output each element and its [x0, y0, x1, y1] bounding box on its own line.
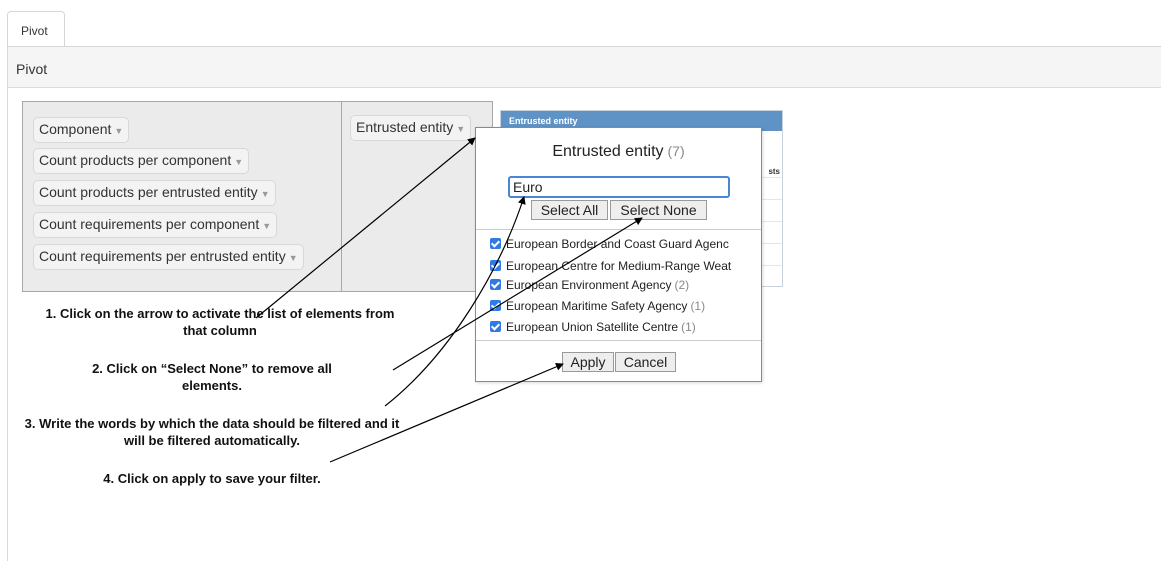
filter-popup: Entrusted entity(7) Select All Select No…: [475, 127, 762, 382]
item-label: European Maritime Safety Agency: [506, 299, 688, 313]
item-label: European Union Satellite Centre: [506, 320, 679, 334]
caret-down-icon[interactable]: ▼: [114, 126, 123, 136]
instruction-3: 3. Write the words by which the data sho…: [24, 416, 400, 448]
field-pill-count-products-per-entrusted-entity[interactable]: Count products per entrusted entity ▼: [33, 180, 276, 206]
field-label: Count requirements per entrusted entity: [39, 248, 286, 264]
item-label: European Border and Coast Guard Agenc: [506, 237, 729, 251]
filter-item[interactable]: European Maritime Safety Agency (1): [490, 299, 705, 315]
field-label: Count products per entrusted entity: [39, 184, 258, 200]
checkbox[interactable]: [490, 238, 501, 249]
filter-item[interactable]: European Union Satellite Centre (1): [490, 320, 696, 336]
item-label: European Centre for Medium-Range Weat: [506, 259, 732, 273]
popup-divider: [476, 229, 761, 230]
select-none-button[interactable]: Select None: [610, 200, 707, 220]
field-pill-component[interactable]: Component ▼: [33, 117, 130, 143]
checkbox[interactable]: [490, 300, 501, 311]
field-label: Count requirements per component: [39, 216, 260, 232]
field-label: Component: [39, 121, 112, 137]
caret-down-icon[interactable]: ▼: [261, 189, 270, 199]
popup-title: Entrusted entity (7): [476, 143, 761, 161]
item-count: (2): [674, 278, 690, 292]
caret-down-icon[interactable]: ▼: [289, 253, 298, 263]
field-label: Entrusted entity: [356, 119, 454, 135]
select-all-button[interactable]: Select All: [531, 200, 608, 220]
instruction-1: 1. Click on the arrow to activate the li…: [45, 306, 395, 338]
tabs-bar: Pivot: [0, 0, 1161, 47]
caret-down-icon[interactable]: ▼: [456, 124, 465, 134]
cancel-button[interactable]: Cancel: [615, 352, 676, 372]
filter-item[interactable]: European Environment Agency (2): [490, 278, 689, 294]
checkbox[interactable]: [490, 260, 501, 271]
popup-title-text: Entrusted entity: [552, 143, 664, 160]
instruction-4: 4. Click on apply to save your filter.: [103, 471, 321, 486]
column-header-fragment: sts: [768, 167, 780, 176]
apply-button[interactable]: Apply: [562, 352, 614, 372]
item-count: (1): [690, 299, 706, 313]
checkbox[interactable]: [490, 321, 501, 332]
filter-search-input[interactable]: [508, 176, 730, 198]
caret-down-icon[interactable]: ▼: [234, 157, 243, 167]
item-count: (1): [681, 320, 696, 334]
instruction-2: 2. Click on “Select None” to remove all …: [92, 361, 332, 393]
popup-count: (7): [667, 143, 685, 159]
field-pill-count-products-per-component[interactable]: Count products per component ▼: [33, 148, 250, 174]
caret-down-icon[interactable]: ▼: [262, 221, 271, 231]
field-pill-entrusted-entity[interactable]: Entrusted entity ▼: [350, 115, 472, 141]
field-pill-count-requirements-per-entrusted-entity[interactable]: Count requirements per entrusted entity ▼: [33, 244, 304, 270]
tab-pivot[interactable]: Pivot: [7, 11, 65, 46]
filter-item[interactable]: European Centre for Medium-Range Weat: [490, 259, 731, 275]
panel-title: Pivot: [8, 47, 1161, 88]
field-label: Count products per component: [39, 152, 232, 168]
field-pill-count-requirements-per-component[interactable]: Count requirements per component ▼: [33, 212, 278, 238]
item-label: European Environment Agency: [506, 278, 672, 292]
filter-item[interactable]: European Border and Coast Guard Agenc: [490, 237, 729, 253]
checkbox[interactable]: [490, 279, 501, 290]
popup-divider: [476, 340, 761, 341]
